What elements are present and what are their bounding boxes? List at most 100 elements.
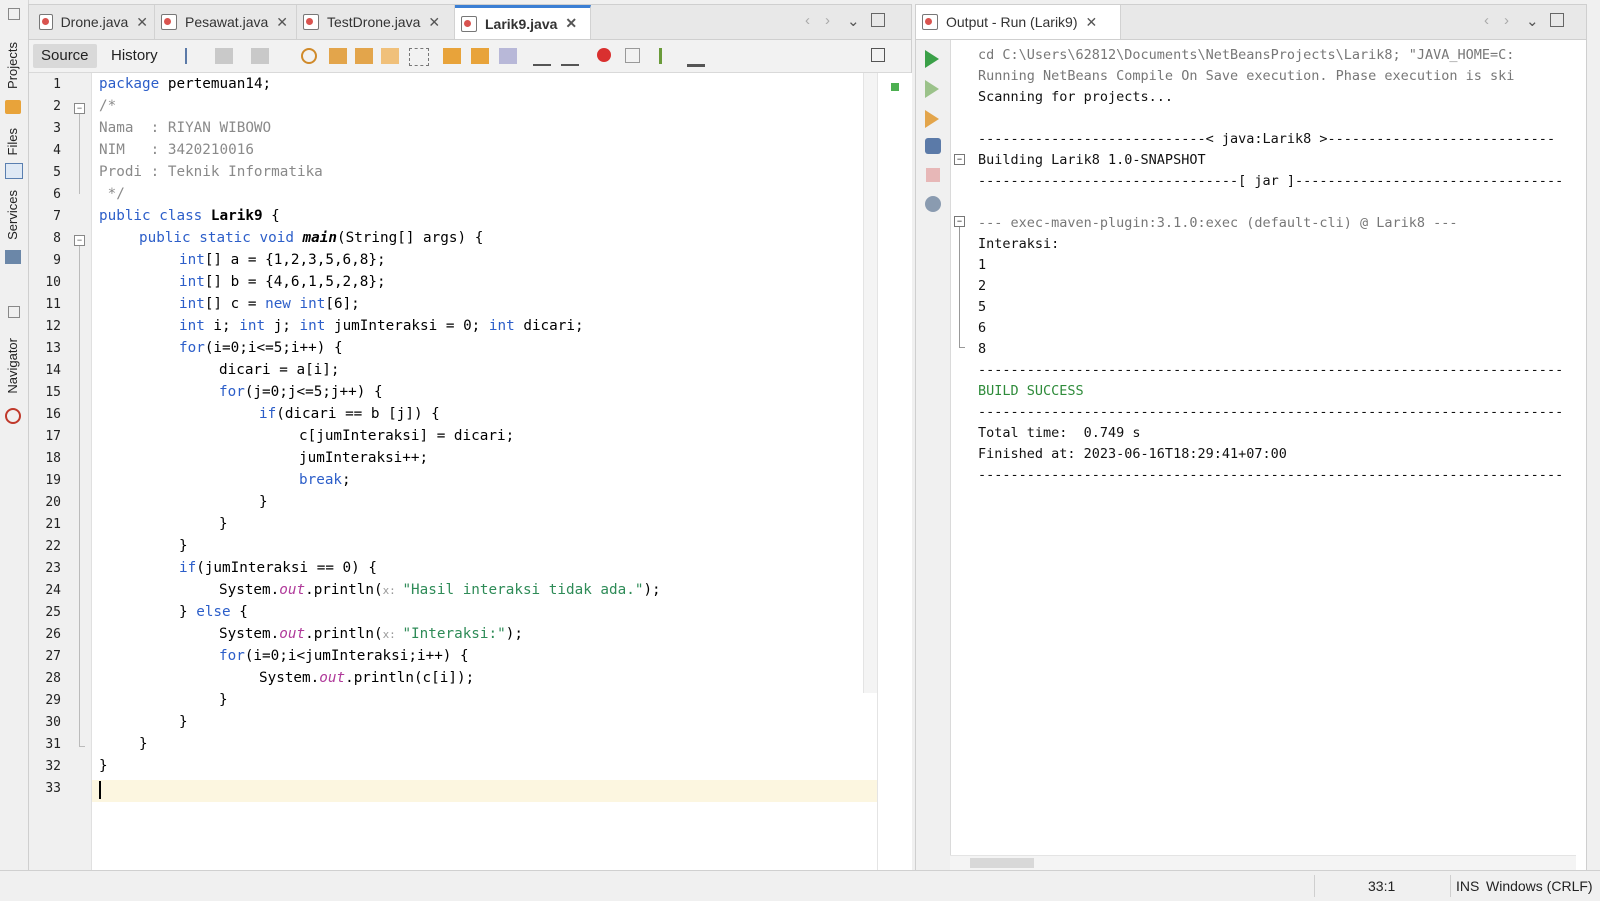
line-number: 6	[53, 187, 61, 202]
no-errors-indicator	[891, 83, 899, 91]
tab-label: Drone.java	[60, 14, 129, 30]
close-icon[interactable]: ✕	[565, 15, 577, 32]
code-line-5: Prodi : Teknik Informatika	[99, 164, 323, 180]
left-side-panel: Projects Files Services Navigator	[0, 0, 29, 870]
start-macro-recording-icon[interactable]	[597, 48, 611, 62]
scroll-tabs-right-icon[interactable]: ›	[1504, 12, 1509, 29]
code-line-25: } else {	[179, 604, 248, 620]
toggle-highlight-icon[interactable]	[381, 48, 399, 64]
tab-drone-java[interactable]: Drone.java ✕	[33, 5, 155, 39]
code-line-27: for(i=0;i<jumInteraksi;i++) {	[219, 648, 469, 664]
find-icon[interactable]	[301, 48, 317, 64]
java-file-icon	[303, 14, 319, 30]
shift-left-icon[interactable]	[533, 48, 551, 66]
close-icon[interactable]: ✕	[1086, 14, 1098, 31]
code-line-8: public static void main(String[] args) {	[139, 230, 484, 246]
shift-right-icon[interactable]	[561, 48, 579, 66]
output-line: Running NetBeans Compile On Save executi…	[978, 68, 1515, 84]
scroll-tabs-right-icon[interactable]: ›	[825, 12, 830, 29]
line-number: 33	[45, 781, 61, 796]
code-line-18: jumInteraksi++;	[299, 450, 429, 466]
close-icon[interactable]: ✕	[276, 14, 288, 31]
insert-mode[interactable]: INS	[1456, 878, 1479, 894]
line-number: 1	[53, 77, 61, 92]
toggle-selection-icon[interactable]	[409, 48, 429, 66]
fold-guide	[79, 246, 80, 746]
history-button[interactable]: History	[103, 44, 166, 68]
line-number: 7	[53, 209, 61, 224]
stop-macro-recording-icon[interactable]	[625, 48, 640, 63]
code-line-24: System.out.println(x: "Hasil interaksi t…	[219, 582, 661, 598]
fold-collapse-icon[interactable]: −	[74, 103, 85, 114]
code-line-10: int[] b = {4,6,1,5,2,8};	[179, 274, 386, 290]
output-line: 8	[978, 341, 987, 357]
fold-collapse-icon[interactable]: −	[74, 235, 85, 246]
code-line-7: public class Larik9 {	[99, 208, 280, 224]
services-tab[interactable]: Services	[5, 190, 23, 240]
output-horizontal-scrollbar[interactable]	[950, 855, 1576, 870]
output-text-area[interactable]: cd C:\Users\62812\Documents\NetBeansProj…	[916, 45, 1586, 845]
close-icon[interactable]: ✕	[428, 14, 440, 31]
files-tab[interactable]: Files	[5, 128, 23, 155]
scrollbar-thumb[interactable]	[970, 858, 1034, 868]
forward-icon[interactable]	[251, 48, 269, 64]
projects-tab[interactable]: Projects	[5, 42, 23, 89]
editor-tab-bar: Drone.java ✕ Pesawat.java ✕ TestDrone.ja…	[29, 5, 911, 40]
line-number: 26	[45, 627, 61, 642]
uncomment-icon[interactable]	[687, 48, 705, 67]
back-icon[interactable]	[215, 48, 233, 64]
error-stripe	[877, 73, 912, 870]
line-number: 11	[45, 297, 61, 312]
caret-position: 33:1	[1368, 878, 1396, 894]
next-bookmark-icon[interactable]	[471, 48, 489, 64]
projects-icon	[5, 100, 21, 114]
close-icon[interactable]: ✕	[136, 14, 148, 31]
source-button[interactable]: Source	[33, 44, 97, 68]
line-number: 4	[53, 143, 61, 158]
tab-pesawat-java[interactable]: Pesawat.java ✕	[155, 5, 297, 39]
scroll-tabs-left-icon[interactable]: ‹	[1484, 12, 1489, 29]
output-line: --------------------------------[ jar ]-…	[978, 173, 1564, 189]
navigator-tab[interactable]: Navigator	[5, 338, 23, 394]
line-number: 14	[45, 363, 61, 378]
code-line-15: for(j=0;j<=5;j++) {	[219, 384, 383, 400]
line-number: 16	[45, 407, 61, 422]
maximize-window-icon[interactable]	[871, 13, 885, 27]
build-success-line: BUILD SUCCESS	[978, 383, 1084, 399]
find-previous-icon[interactable]	[329, 48, 347, 64]
restore-window-icon[interactable]	[8, 8, 20, 20]
line-number: 31	[45, 737, 61, 752]
output-line: ----------------------------------------…	[978, 404, 1564, 420]
line-number: 32	[45, 759, 61, 774]
code-area[interactable]: 1 2 3 4 5 6 7 8 9 10 11 12 13 14 15 16 1…	[29, 73, 879, 853]
restore-window-icon-2[interactable]	[8, 306, 20, 318]
show-opened-documents-icon[interactable]: ⌄	[847, 12, 860, 30]
code-line-17: c[jumInteraksi] = dicari;	[299, 428, 515, 444]
maximize-window-icon[interactable]	[1550, 13, 1564, 27]
toggle-bookmark-icon[interactable]	[499, 48, 517, 64]
code-line-14: dicari = a[i];	[219, 362, 340, 378]
tab-label: Larik9.java	[485, 15, 558, 32]
line-number: 8	[53, 231, 61, 246]
code-line-1: package pertemuan14;	[99, 76, 272, 92]
output-line: --- exec-maven-plugin:3.1.0:exec (defaul…	[978, 215, 1458, 231]
find-next-icon[interactable]	[355, 48, 373, 64]
java-file-icon	[161, 14, 177, 30]
split-editor-icon[interactable]	[871, 48, 885, 62]
last-edit-icon[interactable]	[185, 48, 205, 64]
line-ending[interactable]: Windows (CRLF)	[1486, 878, 1593, 894]
previous-bookmark-icon[interactable]	[443, 48, 461, 64]
output-line: 1	[978, 257, 987, 273]
line-number: 9	[53, 253, 61, 268]
output-tab-bar: Output - Run (Larik9) ✕ ‹ › ⌄	[916, 5, 1586, 40]
comment-icon[interactable]	[659, 48, 680, 64]
show-opened-documents-icon[interactable]: ⌄	[1526, 12, 1539, 30]
tab-output-run[interactable]: Output - Run (Larik9) ✕	[916, 5, 1121, 39]
line-number: 20	[45, 495, 61, 510]
code-line-29: }	[219, 692, 228, 708]
scroll-tabs-left-icon[interactable]: ‹	[805, 12, 810, 29]
output-pane: Output - Run (Larik9) ✕ ‹ › ⌄ − − cd C:\…	[915, 4, 1587, 872]
tab-testdrone-java[interactable]: TestDrone.java ✕	[297, 5, 455, 39]
line-number: 30	[45, 715, 61, 730]
tab-larik9-java[interactable]: Larik9.java ✕	[455, 5, 591, 39]
